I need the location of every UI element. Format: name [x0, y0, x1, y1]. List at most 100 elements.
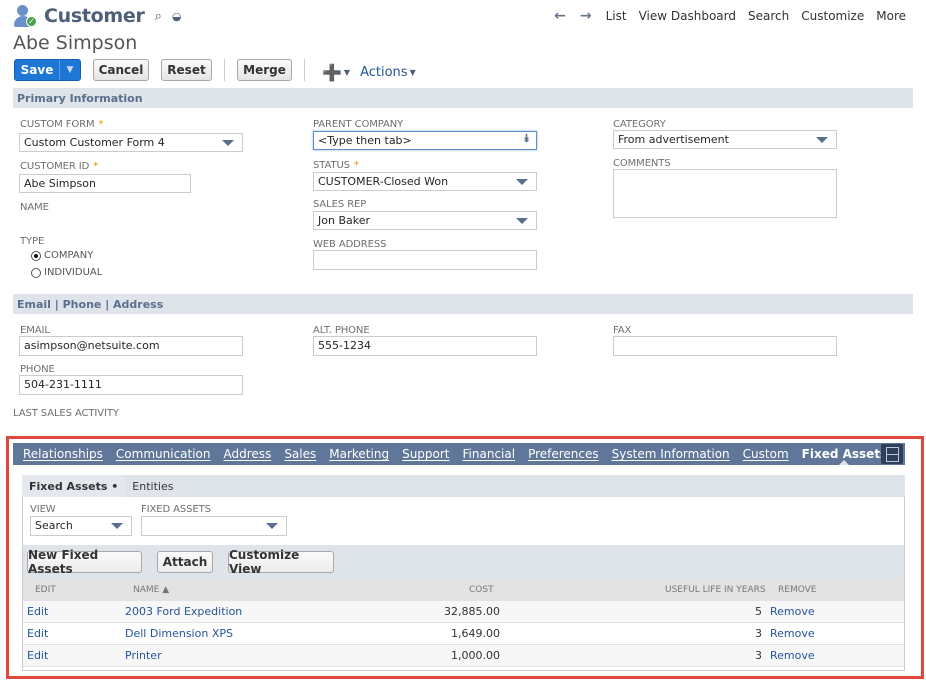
parent-company-label: PARENT COMPANY: [313, 119, 404, 130]
nav-list[interactable]: List: [606, 9, 627, 23]
new-record-icon[interactable]: ➕: [322, 63, 342, 82]
nav-more[interactable]: More: [876, 9, 906, 23]
inner-subtabs: Fixed Assets • Entities: [22, 475, 905, 497]
layout-toggle-icon[interactable]: [881, 444, 903, 464]
web-address-input[interactable]: [313, 250, 537, 270]
cost-value: 1,649.00: [451, 627, 500, 640]
radio-selected-icon[interactable]: [31, 250, 41, 261]
chevron-down-icon[interactable]: ▼: [344, 68, 350, 77]
save-button-group: Save ▼: [14, 59, 81, 81]
alt-phone-input[interactable]: 555-1234: [313, 336, 537, 356]
type-radio-company[interactable]: COMPANY: [31, 250, 93, 261]
remove-link[interactable]: Remove: [770, 649, 815, 662]
table-header: EDIT NAME ▲ COST USEFUL LIFE IN YEARS RE…: [23, 579, 904, 601]
sales-rep-select[interactable]: Jon Baker: [313, 211, 537, 230]
record-name: Abe Simpson: [13, 32, 138, 54]
toolbar-divider: [304, 59, 305, 81]
subtab-entities[interactable]: Entities: [125, 475, 180, 497]
column-cost[interactable]: COST: [469, 585, 494, 595]
edit-link[interactable]: Edit: [27, 649, 48, 662]
cost-value: 1,000.00: [451, 649, 500, 662]
asset-name-link[interactable]: 2003 Ford Expedition: [125, 605, 242, 618]
useful-life-value: 5: [755, 605, 762, 618]
sales-rep-label: SALES REP: [313, 199, 367, 210]
custom-form-label: CUSTOM FORM *: [20, 119, 104, 130]
actions-area: ➕ ▼ Actions ▼: [322, 63, 426, 82]
email-label: EMAIL: [20, 325, 50, 336]
chevron-down-icon: ▼: [409, 68, 416, 77]
table-row: Edit Dell Dimension XPS 1,649.00 3 Remov…: [23, 623, 904, 645]
tab-preferences[interactable]: Preferences: [528, 447, 599, 461]
section-email-phone-address[interactable]: Email | Phone | Address: [13, 294, 913, 314]
nav-view-dashboard[interactable]: View Dashboard: [639, 9, 736, 23]
email-input[interactable]: asimpson@netsuite.com: [19, 336, 243, 356]
reset-button[interactable]: Reset: [161, 59, 212, 81]
record-type-title: Customer: [44, 5, 145, 27]
arrow-right-icon[interactable]: →: [580, 8, 592, 24]
column-edit: EDIT: [35, 585, 56, 595]
tab-relationships[interactable]: Relationships: [23, 447, 103, 461]
alt-phone-label: ALT. PHONE: [313, 325, 370, 336]
table-row: Edit 2003 Ford Expedition 32,885.00 5 Re…: [23, 601, 904, 623]
new-fixed-assets-button[interactable]: New Fixed Assets: [27, 548, 142, 576]
save-button[interactable]: Save: [15, 60, 60, 80]
search-icon[interactable]: ⌕: [155, 9, 162, 24]
customer-id-label: CUSTOMER ID *: [20, 161, 99, 172]
fixed-assets-filter-select[interactable]: [141, 516, 287, 536]
remove-link[interactable]: Remove: [770, 605, 815, 618]
parent-company-input[interactable]: <Type then tab> ⯯: [313, 131, 537, 150]
cancel-button[interactable]: Cancel: [93, 59, 149, 81]
view-label: VIEW: [30, 504, 56, 515]
customer-icon: ✓: [12, 3, 38, 29]
tab-system-information[interactable]: System Information: [612, 447, 730, 461]
edit-link[interactable]: Edit: [27, 605, 48, 618]
category-select[interactable]: From advertisement: [613, 130, 837, 149]
tab-sales[interactable]: Sales: [284, 447, 316, 461]
remove-link[interactable]: Remove: [770, 627, 815, 640]
status-select[interactable]: CUSTOMER-Closed Won: [313, 172, 537, 191]
phone-label: PHONE: [20, 364, 55, 375]
column-name[interactable]: NAME ▲: [133, 585, 169, 595]
tab-communication[interactable]: Communication: [116, 447, 211, 461]
tab-financial[interactable]: Financial: [463, 447, 516, 461]
table-row: Edit Printer 1,000.00 3 Remove: [23, 645, 904, 667]
dashboard-icon[interactable]: ◒: [172, 10, 182, 23]
tab-custom[interactable]: Custom: [743, 447, 789, 461]
asset-name-link[interactable]: Dell Dimension XPS: [125, 627, 233, 640]
radio-unselected-icon[interactable]: [31, 267, 41, 278]
useful-life-value: 3: [755, 649, 762, 662]
subtab-bar: Relationships Communication Address Sale…: [13, 443, 905, 465]
view-select[interactable]: Search: [30, 516, 132, 536]
edit-link[interactable]: Edit: [27, 627, 48, 640]
tab-fixed-assets[interactable]: Fixed Assets: [802, 447, 887, 465]
phone-input[interactable]: 504-231-1111: [19, 375, 243, 395]
tab-support[interactable]: Support: [402, 447, 449, 461]
top-nav: ← → List View Dashboard Search Customize…: [554, 8, 906, 24]
fixed-assets-filter-label: FIXED ASSETS: [141, 504, 211, 515]
custom-form-select[interactable]: Custom Customer Form 4: [19, 133, 243, 152]
fax-input[interactable]: [613, 336, 837, 356]
nav-search[interactable]: Search: [748, 9, 789, 23]
merge-button[interactable]: Merge: [237, 59, 292, 81]
attach-button[interactable]: Attach: [157, 551, 213, 573]
list-button-bar: [23, 545, 904, 579]
tab-address[interactable]: Address: [224, 447, 272, 461]
subtab-fixed-assets[interactable]: Fixed Assets •: [22, 475, 126, 497]
nav-customize[interactable]: Customize: [801, 9, 864, 23]
column-useful-life[interactable]: USEFUL LIFE IN YEARS: [665, 585, 766, 595]
type-radio-individual[interactable]: INDIVIDUAL: [31, 267, 102, 278]
section-primary-information[interactable]: Primary Information: [13, 88, 913, 108]
arrow-left-icon[interactable]: ←: [554, 8, 566, 24]
customer-id-input[interactable]: Abe Simpson: [19, 174, 191, 193]
customize-view-button[interactable]: Customize View: [228, 548, 334, 576]
page-header: ✓ Customer ⌕ ◒: [12, 3, 181, 29]
save-dropdown-icon[interactable]: ▼: [60, 60, 80, 80]
actions-menu[interactable]: Actions: [360, 65, 408, 80]
tab-marketing[interactable]: Marketing: [329, 447, 389, 461]
comments-textarea[interactable]: [613, 169, 837, 218]
asset-name-link[interactable]: Printer: [125, 649, 162, 662]
fax-label: FAX: [613, 325, 632, 336]
double-chevron-down-icon[interactable]: ⯯: [523, 132, 530, 146]
last-sales-activity-label: LAST SALES ACTIVITY: [13, 408, 119, 419]
cost-value: 32,885.00: [444, 605, 500, 618]
